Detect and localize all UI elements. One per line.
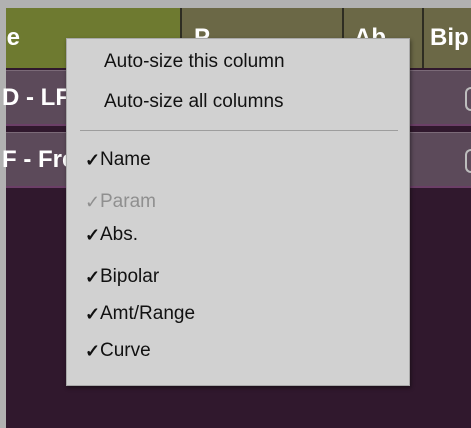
menu-item-toggle-amt-range[interactable]: ✓ Amt/Range [67, 299, 409, 329]
menu-item-label: Auto-size all columns [104, 91, 284, 112]
column-header-bipolar[interactable]: Bip [424, 8, 471, 68]
row-name: F - Fre [2, 146, 76, 173]
menu-item-toggle-name[interactable]: ✓ Name [67, 145, 409, 175]
row-name: D - LF [2, 84, 70, 111]
menu-item-label: Param [100, 191, 156, 212]
menu-item-auto-size-this-column[interactable]: Auto-size this column [67, 47, 409, 77]
checkmark-icon: ✓ [85, 341, 101, 361]
column-header-bipolar-label: Bip [430, 24, 469, 51]
bipolar-checkbox[interactable] [465, 87, 471, 111]
menu-item-toggle-curve[interactable]: ✓ Curve [67, 336, 409, 366]
column-header-name-label: ne [6, 24, 21, 51]
checkmark-icon: ✓ [85, 304, 101, 324]
checkmark-icon: ✓ [85, 267, 101, 287]
window-frame: ne P Ab Bip D - LF F - Fre Auto-size thi… [0, 0, 471, 428]
menu-item-toggle-bipolar[interactable]: ✓ Bipolar [67, 262, 409, 292]
menu-item-label: Bipolar [100, 266, 160, 287]
menu-item-toggle-param: ✓ Param [67, 187, 409, 217]
menu-item-label: Curve [100, 340, 151, 361]
checkmark-icon: ✓ [85, 150, 101, 170]
checkmark-icon: ✓ [85, 192, 101, 212]
menu-item-auto-size-all-columns[interactable]: Auto-size all columns [67, 87, 409, 117]
menu-item-toggle-abs[interactable]: ✓ Abs. [67, 220, 409, 250]
checkmark-icon: ✓ [85, 225, 101, 245]
menu-item-label: Abs. [100, 224, 139, 245]
menu-separator [80, 130, 398, 131]
menu-item-label: Auto-size this column [104, 51, 285, 72]
menu-item-label: Amt/Range [100, 303, 196, 324]
column-context-menu: Auto-size this column Auto-size all colu… [66, 38, 410, 386]
menu-item-label: Name [100, 149, 151, 170]
bipolar-checkbox[interactable] [465, 149, 471, 173]
